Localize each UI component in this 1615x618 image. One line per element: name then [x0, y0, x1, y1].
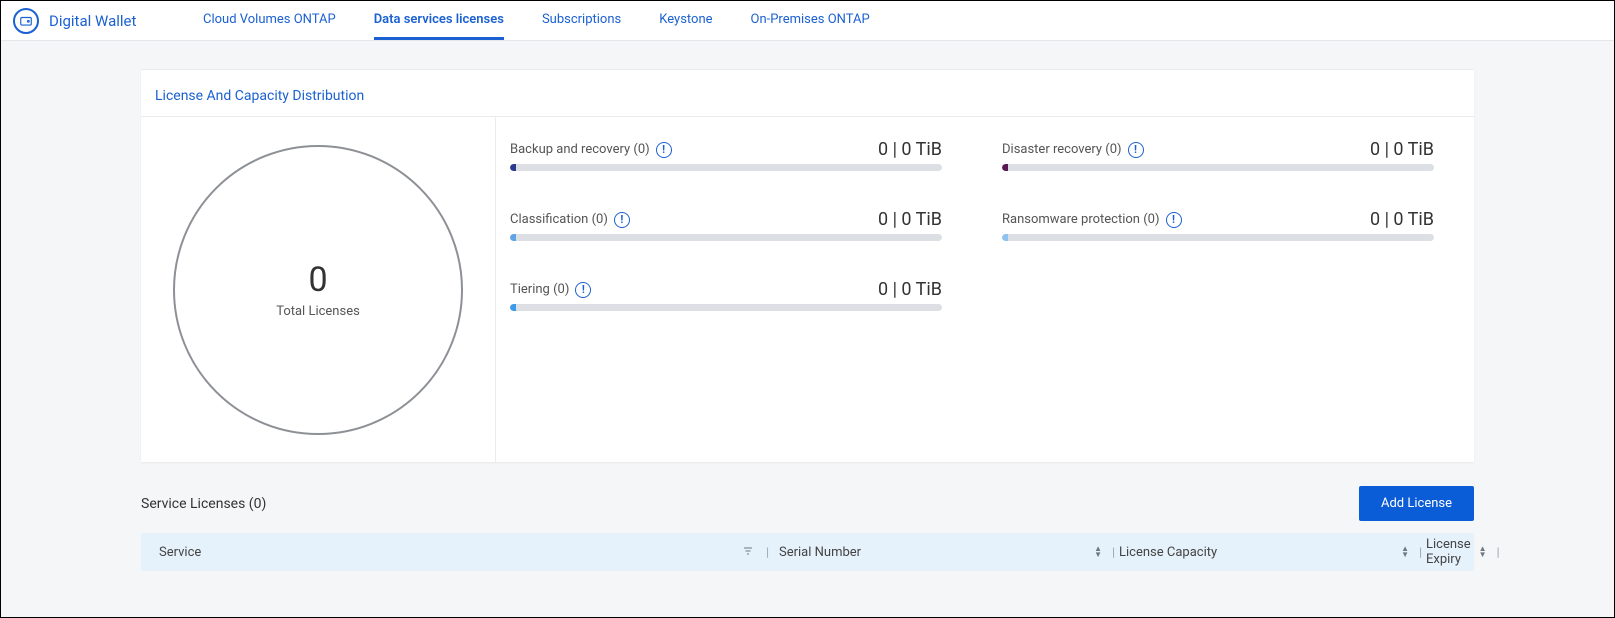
- metric-value: 0 | 0 TiB: [878, 279, 942, 300]
- total-licenses-value: 0: [276, 260, 360, 300]
- metric-value: 0 | 0 TiB: [1370, 209, 1434, 230]
- tab-on-premises-ontap[interactable]: On-Premises ONTAP: [751, 1, 870, 40]
- col-expiry[interactable]: License Expiry ▲▼ |: [1426, 537, 1456, 567]
- tab-bar: Cloud Volumes ONTAP Data services license…: [203, 1, 870, 40]
- add-license-button[interactable]: Add License: [1359, 486, 1474, 521]
- panel-title: License And Capacity Distribution: [141, 70, 1474, 117]
- tab-keystone[interactable]: Keystone: [659, 1, 712, 40]
- col-service-label: Service: [159, 545, 201, 560]
- table-title: Service Licenses (0): [141, 496, 266, 512]
- metric-value: 0 | 0 TiB: [878, 209, 942, 230]
- brand: Digital Wallet: [13, 8, 183, 34]
- col-serial-label: Serial Number: [779, 545, 861, 560]
- metric-name: Ransomware protection (0): [1002, 212, 1160, 227]
- metric-tiering: Tiering (0)! 0 | 0 TiB: [510, 279, 942, 311]
- license-panel: License And Capacity Distribution 0 Tota…: [141, 69, 1474, 462]
- table-toolbar: Service Licenses (0) Add License: [141, 486, 1474, 521]
- total-licenses-label: Total Licenses: [276, 304, 360, 319]
- metric-name: Classification (0): [510, 212, 608, 227]
- metric-disaster-recovery: Disaster recovery (0)! 0 | 0 TiB: [1002, 139, 1434, 171]
- progress-bar: [1002, 234, 1434, 241]
- total-licenses-chart: 0 Total Licenses: [141, 117, 496, 462]
- app-header: Digital Wallet Cloud Volumes ONTAP Data s…: [1, 1, 1614, 41]
- metric-value: 0 | 0 TiB: [1370, 139, 1434, 160]
- col-expiry-label: License Expiry: [1426, 537, 1471, 567]
- col-capacity[interactable]: License Capacity ▲▼ |: [1119, 545, 1426, 560]
- app-title: Digital Wallet: [49, 12, 136, 30]
- metrics-grid: Backup and recovery (0)!0 | 0 TiBDisaste…: [496, 117, 1474, 462]
- info-icon[interactable]: !: [1166, 212, 1182, 228]
- info-icon[interactable]: !: [1128, 142, 1144, 158]
- col-service-controls[interactable]: |: [459, 545, 779, 560]
- info-icon[interactable]: !: [614, 212, 630, 228]
- metric-name: Backup and recovery (0): [510, 142, 650, 157]
- sort-icon[interactable]: ▲▼: [1401, 546, 1409, 558]
- col-serial[interactable]: Serial Number ▲▼ |: [779, 545, 1119, 560]
- metric-ransomware-protection: Ransomware protection (0)! 0 | 0 TiB: [1002, 209, 1434, 241]
- donut-ring: 0 Total Licenses: [173, 145, 463, 435]
- progress-bar: [510, 304, 942, 311]
- metric-name: Disaster recovery (0): [1002, 142, 1122, 157]
- metric-name: Tiering (0): [510, 282, 569, 297]
- progress-bar: [510, 234, 942, 241]
- progress-bar: [1002, 164, 1434, 171]
- tab-cloud-volumes-ontap[interactable]: Cloud Volumes ONTAP: [203, 1, 336, 40]
- metric-backup-and-recovery: Backup and recovery (0)! 0 | 0 TiB: [510, 139, 942, 171]
- separator-icon: |: [1108, 545, 1119, 559]
- separator-icon: |: [1493, 545, 1504, 559]
- info-icon[interactable]: !: [656, 142, 672, 158]
- sort-icon[interactable]: ▲▼: [1479, 546, 1487, 558]
- col-service[interactable]: Service: [159, 545, 459, 560]
- metric-value: 0 | 0 TiB: [878, 139, 942, 160]
- col-capacity-label: License Capacity: [1119, 545, 1217, 560]
- metric-classification: Classification (0)! 0 | 0 TiB: [510, 209, 942, 241]
- tab-subscriptions[interactable]: Subscriptions: [542, 1, 621, 40]
- info-icon[interactable]: !: [575, 282, 591, 298]
- separator-icon: |: [762, 545, 773, 559]
- filter-icon[interactable]: [742, 545, 754, 560]
- wallet-icon: [13, 8, 39, 34]
- tab-data-services-licenses[interactable]: Data services licenses: [374, 1, 504, 40]
- separator-icon: |: [1415, 545, 1426, 559]
- progress-bar: [510, 164, 942, 171]
- table-header-row: Service | Serial Number ▲▼ | License Cap…: [141, 533, 1474, 571]
- sort-icon[interactable]: ▲▼: [1094, 546, 1102, 558]
